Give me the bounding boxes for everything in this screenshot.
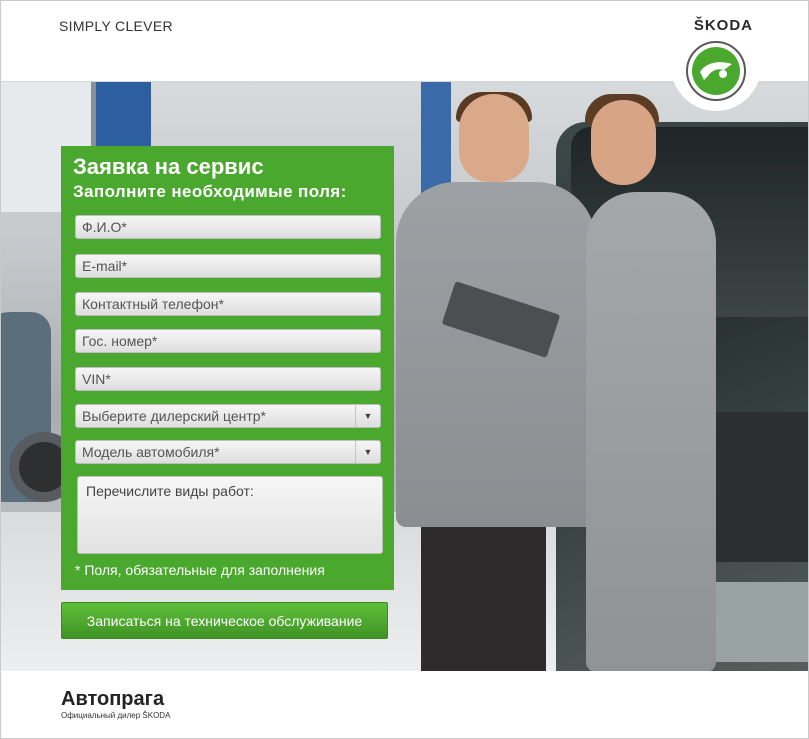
form-subtitle: Заполните необходимые поля: — [73, 182, 347, 201]
footer: Автопрага Официальный дилер ŠKODA — [1, 671, 808, 738]
vin-field-placeholder: VIN* — [82, 371, 111, 387]
chevron-down-icon[interactable]: ▼ — [355, 441, 380, 463]
email-field-placeholder: E-mail* — [82, 258, 128, 274]
required-note: * Поля, обязательные для заполнения — [75, 562, 325, 578]
plate-field[interactable]: Гос. номер* — [75, 329, 381, 353]
phone-field-placeholder: Контактный телефон* — [82, 296, 224, 312]
dealer-subtitle: Официальный дилер ŠKODA — [61, 711, 171, 720]
person-head — [591, 100, 656, 185]
submit-button[interactable]: Записаться на техническое обслуживание — [61, 602, 388, 639]
person-consultant — [396, 182, 596, 527]
person-head — [459, 94, 529, 182]
page: SIMPLY CLEVER ŠKODA Заявка на сервис Зап… — [0, 0, 809, 739]
chevron-down-icon[interactable]: ▼ — [355, 405, 380, 427]
service-form: Заявка на сервис Заполните необходимые п… — [61, 146, 394, 590]
works-textarea[interactable]: Перечислите виды работ: — [77, 476, 383, 554]
model-select-value: Модель автомобиля* — [82, 444, 220, 460]
dealer-select[interactable]: Выберите дилерский центр* ▼ — [75, 404, 381, 428]
model-select[interactable]: Модель автомобиля* ▼ — [75, 440, 381, 464]
dealer-select-value: Выберите дилерский центр* — [82, 408, 266, 424]
plate-field-placeholder: Гос. номер* — [82, 333, 158, 349]
dealer-name: Автопрага — [61, 688, 165, 710]
tagline: SIMPLY CLEVER — [59, 18, 173, 34]
works-textarea-placeholder: Перечислите виды работ: — [86, 483, 254, 499]
person-mechanic — [586, 192, 716, 671]
form-title: Заявка на сервис — [73, 154, 264, 179]
phone-field[interactable]: Контактный телефон* — [75, 292, 381, 316]
skoda-logo-icon — [686, 41, 746, 101]
person-legs — [421, 522, 546, 671]
vin-field[interactable]: VIN* — [75, 367, 381, 391]
brand-wordmark: ŠKODA — [693, 17, 753, 34]
email-field[interactable]: E-mail* — [75, 254, 381, 278]
name-field-placeholder: Ф.И.О* — [82, 219, 127, 235]
name-field[interactable]: Ф.И.О* — [75, 215, 381, 239]
